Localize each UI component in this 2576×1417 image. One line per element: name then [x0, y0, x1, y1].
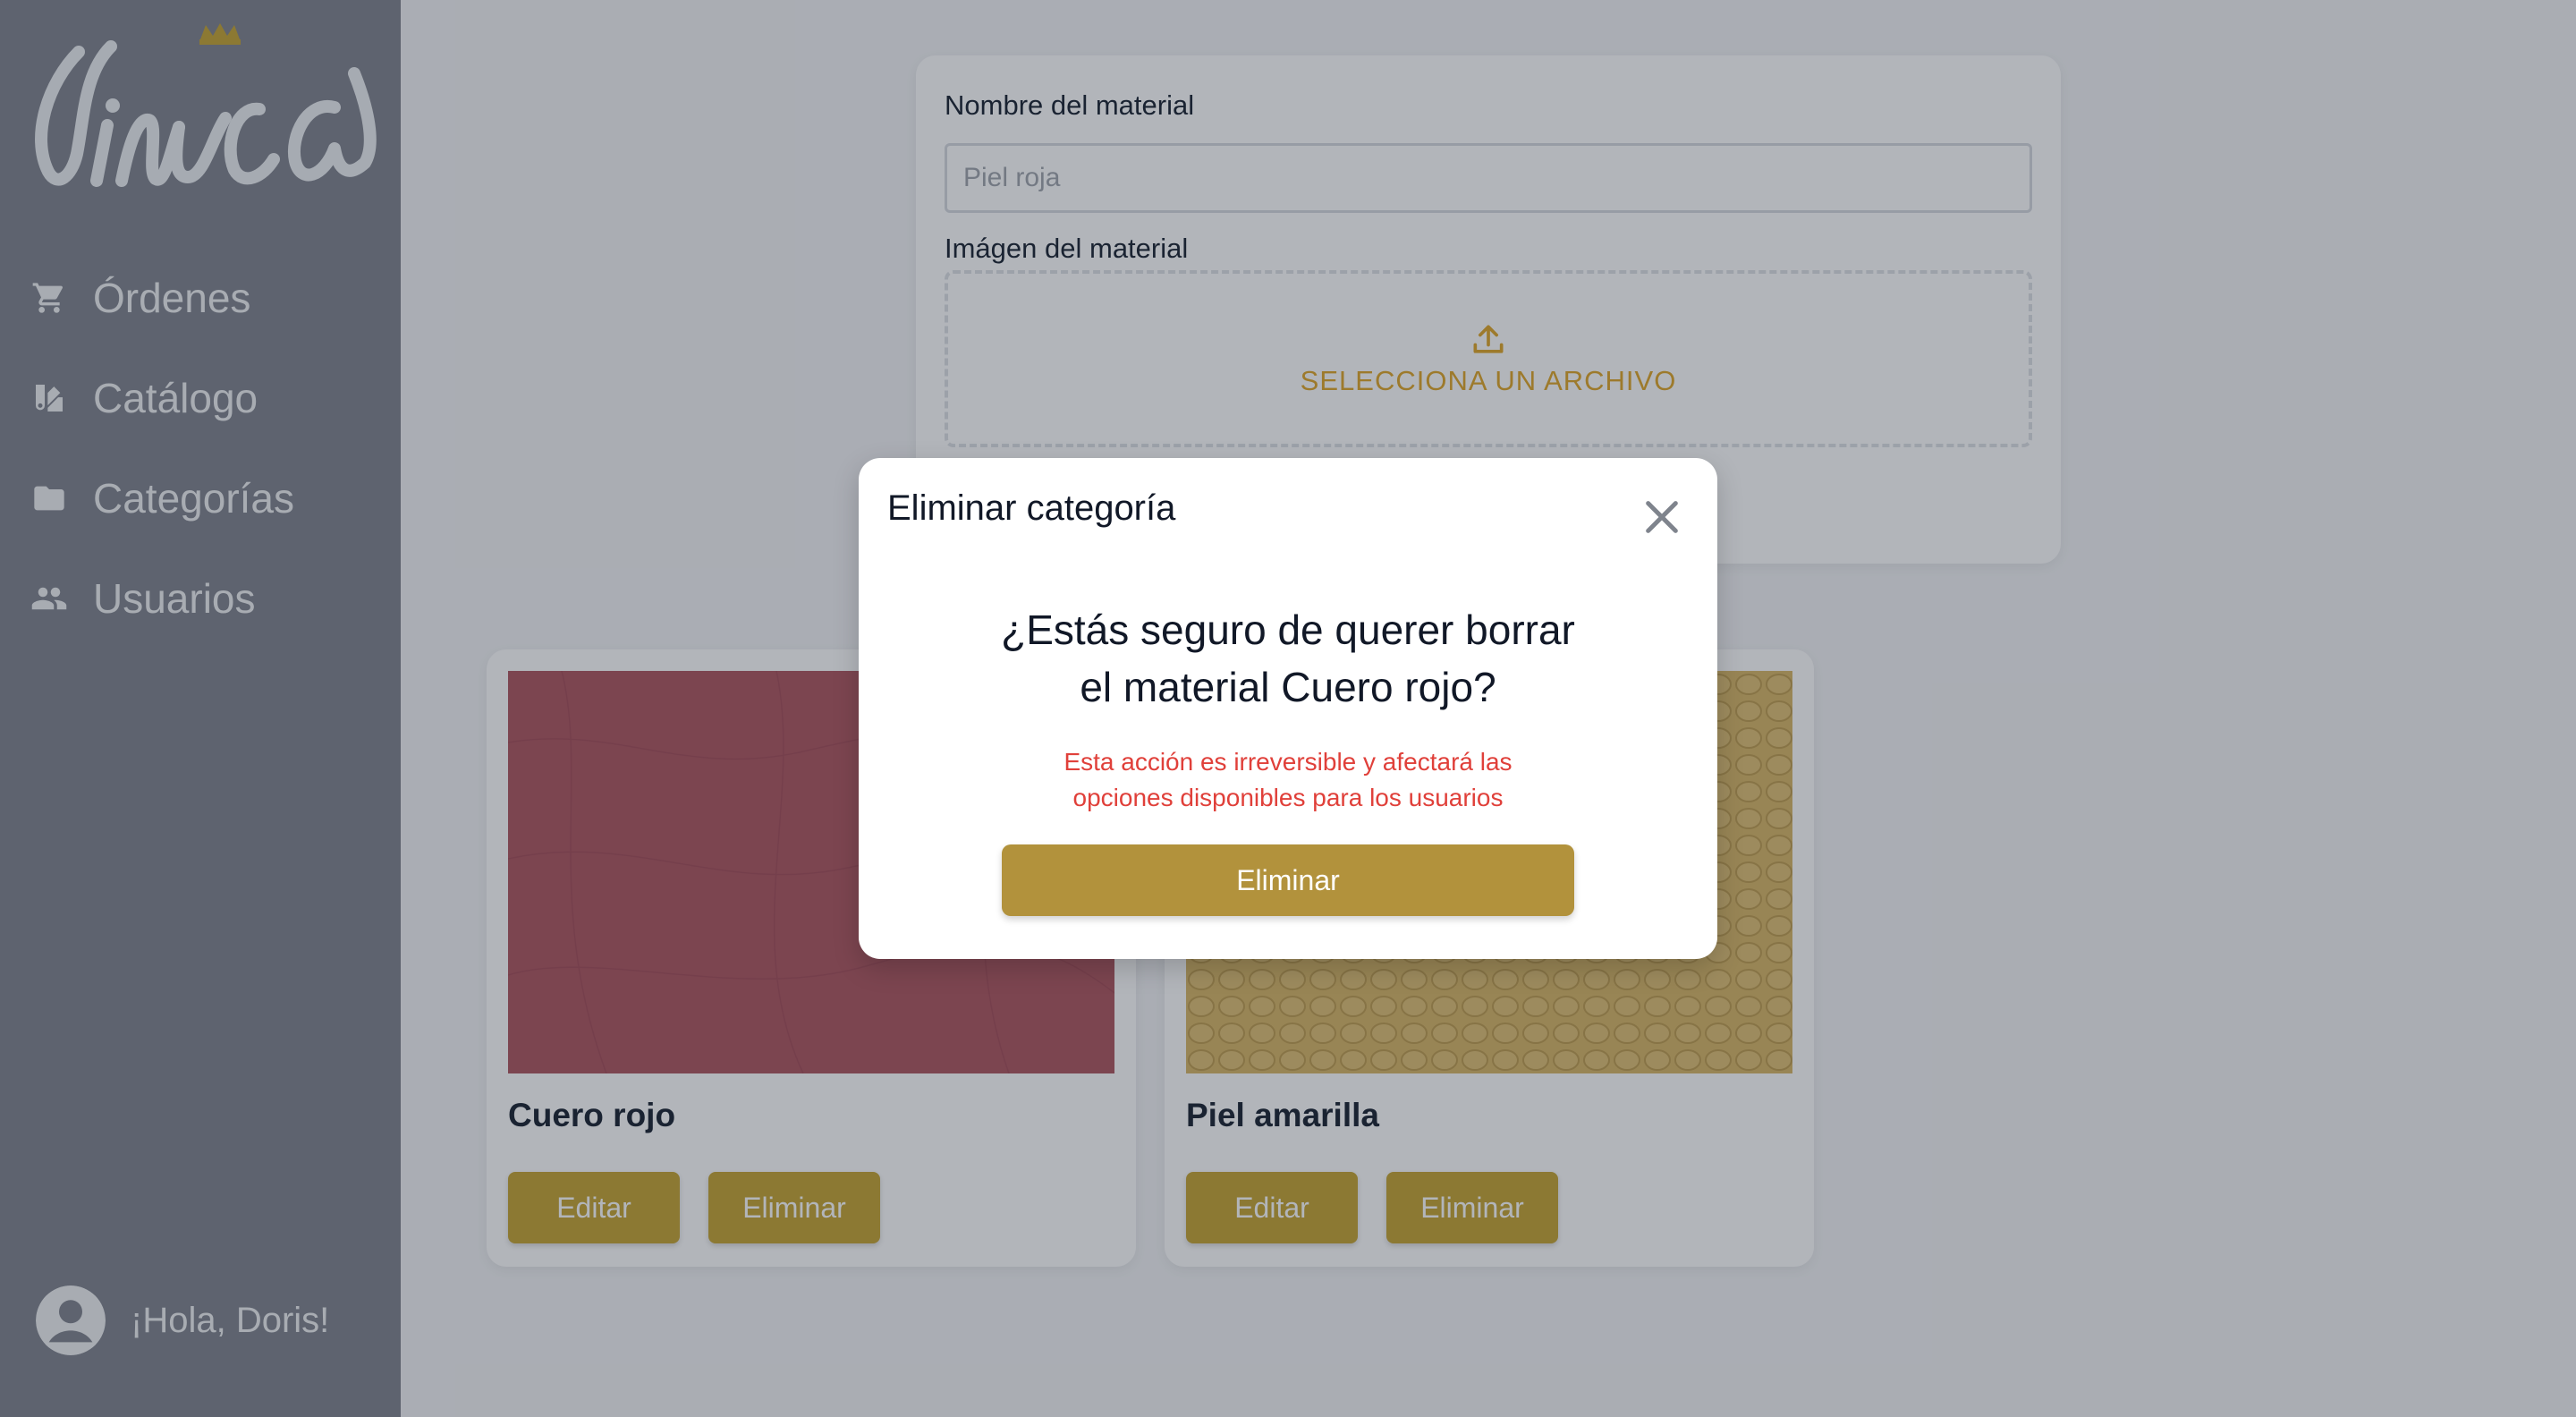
warning-line-1: Esta acción es irreversible y afectará l… [1063, 748, 1513, 776]
dialog-warning: Esta acción es irreversible y afectará l… [859, 744, 1717, 816]
close-button[interactable] [1637, 492, 1687, 542]
delete-confirm-dialog: Eliminar categoría ¿Estás seguro de quer… [859, 458, 1717, 959]
question-line-1: ¿Estás seguro de querer borrar [1001, 607, 1575, 653]
dialog-title: Eliminar categoría [887, 488, 1176, 528]
confirm-delete-button[interactable]: Eliminar [1002, 844, 1574, 916]
close-icon [1646, 501, 1678, 533]
dialog-question: ¿Estás seguro de querer borrar el materi… [859, 601, 1717, 716]
warning-line-2: opciones disponibles para los usuarios [1072, 784, 1504, 811]
question-line-2: el material Cuero rojo? [1080, 664, 1496, 710]
